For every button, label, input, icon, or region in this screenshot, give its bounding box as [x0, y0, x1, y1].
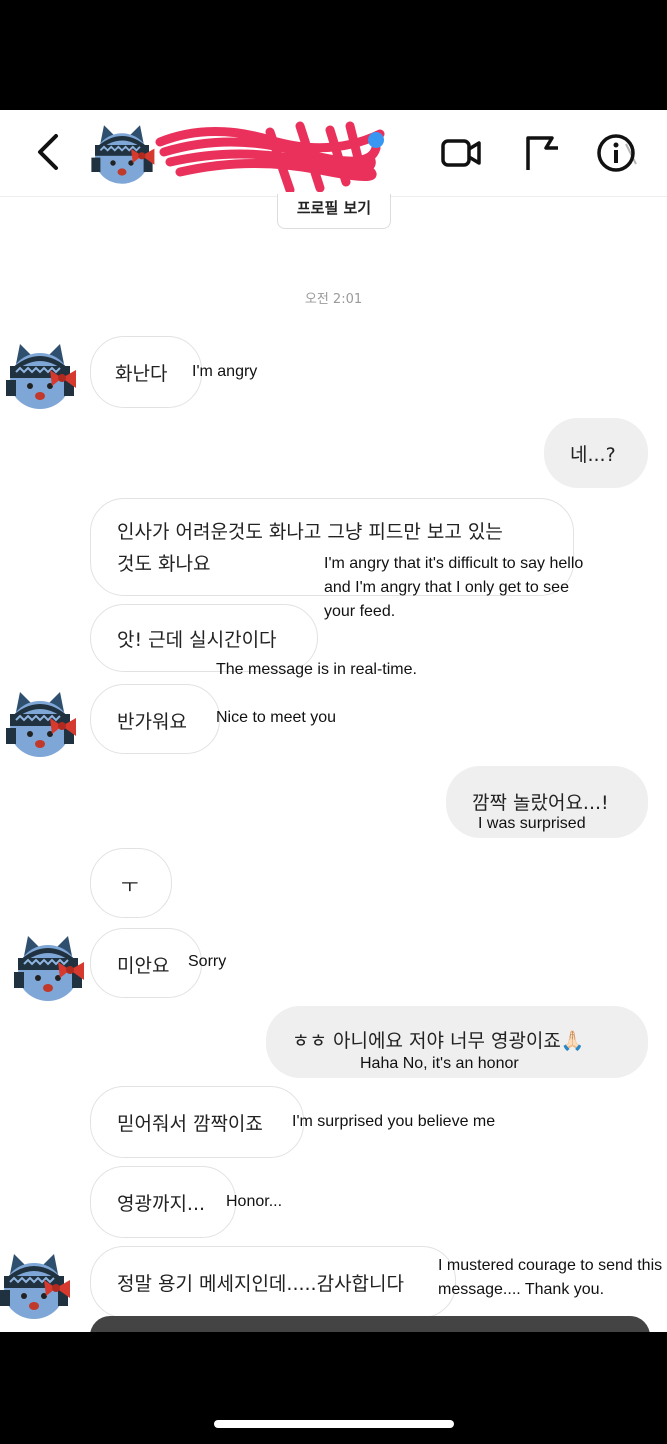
message-text: 정말 용기 메세지인데.....감사합니다: [117, 1273, 404, 1295]
home-indicator[interactable]: [214, 1420, 454, 1428]
message-text-line: 것도 화나요: [117, 553, 211, 575]
flag-icon[interactable]: [522, 132, 564, 174]
info-icon[interactable]: [596, 132, 638, 174]
message-text: 네...?: [570, 444, 616, 466]
verified-badge-icon: [368, 132, 384, 148]
message-timestamp: 오전 2:01: [304, 292, 363, 307]
translation-caption: Sorry: [188, 953, 227, 970]
redacted-username-scribble: [155, 121, 385, 192]
status-bar: [0, 0, 667, 110]
message-text: 믿어줘서 깜짝이죠: [117, 1113, 263, 1135]
sender-avatar[interactable]: [0, 1246, 74, 1326]
incoming-message: 반가워요: [90, 684, 220, 754]
message-text: 앗! 근데 실시간이다: [117, 629, 277, 651]
translation-caption: I'm angry that it's difficult to say hel…: [324, 555, 584, 620]
message-text-line: 인사가 어려운것도 화나고 그냥 피드만 보고 있는: [117, 521, 503, 543]
chat-header: [0, 110, 667, 197]
translation-caption: I mustered courage to send this message.…: [438, 1257, 663, 1298]
translation-caption: Honor...: [226, 1193, 283, 1210]
message-text: 반가워요: [117, 711, 187, 733]
message-input-bar[interactable]: [90, 1316, 650, 1332]
message-text: ㅎㅎ 아니에요 저야 너무 영광이죠🙏🏻: [292, 1030, 585, 1052]
message-text: 미안요: [117, 955, 170, 977]
sender-avatar[interactable]: [8, 928, 88, 1008]
translation-caption: Haha No, it's an honor: [360, 1055, 519, 1072]
video-camera-icon[interactable]: [440, 132, 482, 174]
message-text: 화난다: [115, 363, 168, 385]
message-text: 영광까지...: [117, 1193, 206, 1215]
translation-caption: I'm angry: [192, 363, 258, 380]
incoming-message: 영광까지...: [90, 1166, 236, 1238]
message-text: ㅜ: [121, 875, 139, 897]
incoming-message: 미안요: [90, 928, 202, 998]
outgoing-message: 네...?: [544, 418, 648, 488]
incoming-message: 정말 용기 메세지인데.....감사합니다: [90, 1246, 456, 1318]
sender-avatar[interactable]: [0, 684, 80, 764]
translation-caption: The message is in real-time.: [216, 661, 417, 678]
translation-caption: Nice to meet you: [216, 709, 337, 726]
chat-screen: 프로필 보기 오전 2:01 화난다 I'm angry 네...? 인사가 어…: [0, 110, 667, 1332]
translation-caption: I was surprised: [478, 815, 586, 832]
sender-avatar[interactable]: [0, 336, 80, 416]
chevron-left-icon[interactable]: [30, 132, 66, 172]
view-profile-button[interactable]: 프로필 보기: [277, 194, 391, 229]
translation-caption: I'm surprised you believe me: [292, 1113, 496, 1130]
incoming-message: 믿어줘서 깜짝이죠: [90, 1086, 304, 1158]
incoming-message: 화난다: [90, 336, 202, 408]
incoming-message: ㅜ: [90, 848, 172, 918]
message-text: 깜짝 놀랐어요...!: [472, 792, 609, 814]
avatar[interactable]: [86, 118, 158, 190]
